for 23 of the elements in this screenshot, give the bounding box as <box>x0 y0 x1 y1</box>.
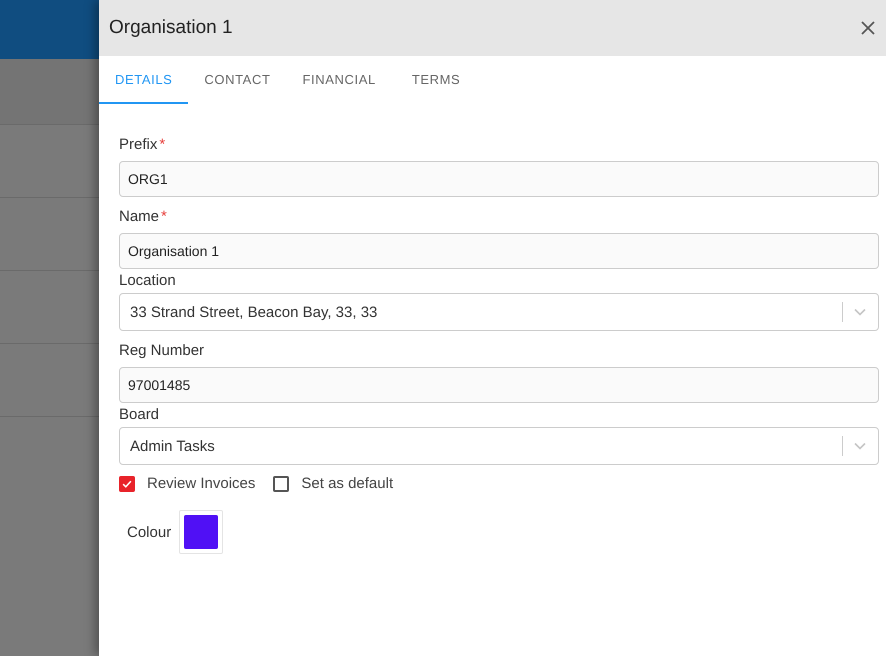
checkbox[interactable] <box>119 476 135 492</box>
required-asterisk: * <box>159 136 166 152</box>
tab[interactable]: TERMS <box>396 56 476 104</box>
field-label: Board <box>119 406 160 422</box>
field-label: Prefix <box>119 136 158 152</box>
tab[interactable]: CONTACT <box>188 56 286 104</box>
select-field[interactable]: Admin Tasks <box>119 427 879 465</box>
field-label: Name <box>119 208 160 224</box>
field-label: Reg Number <box>119 342 204 358</box>
chevron-down-icon <box>854 308 866 316</box>
drawer-title: Organisation 1 <box>109 17 233 39</box>
text-field[interactable]: ORG1 <box>119 161 879 197</box>
checkbox-label: Review Invoices <box>147 475 256 492</box>
text-field[interactable]: Organisation 1 <box>119 233 879 269</box>
chevron-down-icon <box>854 442 866 450</box>
tab[interactable]: FINANCIAL <box>286 56 396 104</box>
checkbox[interactable] <box>273 476 290 492</box>
text-field[interactable]: 97001485 <box>119 367 879 403</box>
field-label: Location <box>119 272 176 288</box>
select-field[interactable]: 33 Strand Street, Beacon Bay, 33, 33 <box>119 293 879 331</box>
required-asterisk: * <box>161 208 167 224</box>
colour-label: Colour <box>127 524 172 540</box>
checkbox-label: Set as default <box>301 475 394 492</box>
